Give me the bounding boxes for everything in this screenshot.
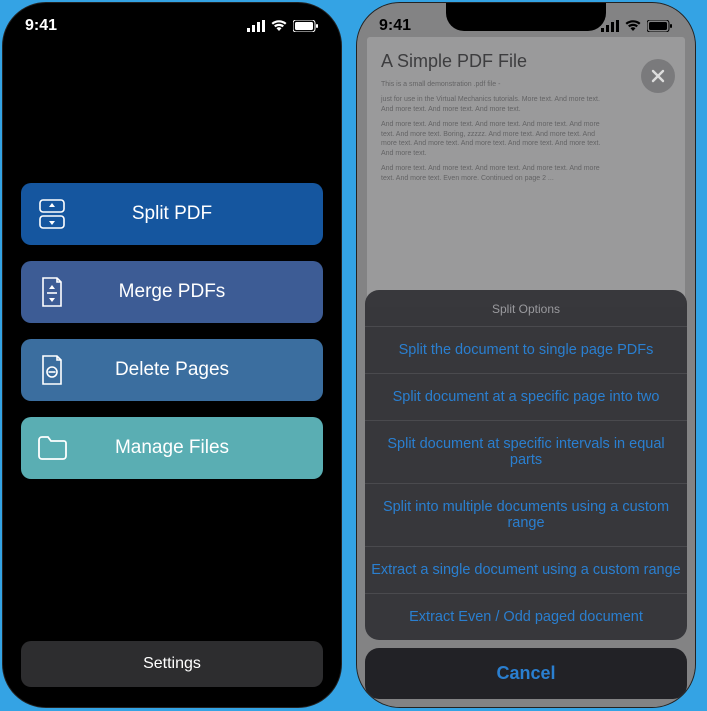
menu-label: Manage Files bbox=[69, 437, 309, 459]
status-time: 9:41 bbox=[25, 17, 57, 35]
main-menu: Split PDF Merge PDFs Delete Pages Manage… bbox=[21, 183, 323, 495]
option-custom-range-multiple[interactable]: Split into multiple documents using a cu… bbox=[365, 484, 687, 547]
battery-icon bbox=[293, 20, 319, 32]
wifi-icon bbox=[271, 20, 287, 32]
option-intervals[interactable]: Split document at specific intervals in … bbox=[365, 421, 687, 484]
merge-icon bbox=[35, 277, 69, 307]
notch bbox=[446, 3, 606, 31]
sheet-title: Split Options bbox=[365, 290, 687, 327]
settings-button[interactable]: Settings bbox=[21, 641, 323, 687]
delete-pages-button[interactable]: Delete Pages bbox=[21, 339, 323, 401]
split-icon bbox=[35, 199, 69, 229]
phone-home: 9:41 Split PDF Merge PDFs bbox=[2, 2, 342, 708]
wifi-icon bbox=[625, 20, 641, 32]
status-indicators bbox=[247, 20, 319, 32]
phone-split-options: 9:41 A Simple PDF File This is a small d… bbox=[356, 2, 696, 708]
action-sheet: Split Options Split the document to sing… bbox=[365, 290, 687, 699]
option-even-odd[interactable]: Extract Even / Odd paged document bbox=[365, 594, 687, 640]
menu-label: Merge PDFs bbox=[69, 281, 309, 303]
split-pdf-button[interactable]: Split PDF bbox=[21, 183, 323, 245]
option-custom-range-single[interactable]: Extract a single document using a custom… bbox=[365, 547, 687, 594]
close-icon bbox=[651, 69, 665, 83]
merge-pdfs-button[interactable]: Merge PDFs bbox=[21, 261, 323, 323]
delete-icon bbox=[35, 355, 69, 385]
status-time: 9:41 bbox=[379, 17, 411, 35]
options-block: Split Options Split the document to sing… bbox=[365, 290, 687, 640]
cancel-button[interactable]: Cancel bbox=[365, 648, 687, 699]
option-specific-page[interactable]: Split document at a specific page into t… bbox=[365, 374, 687, 421]
option-single-page[interactable]: Split the document to single page PDFs bbox=[365, 327, 687, 374]
status-indicators bbox=[601, 20, 673, 32]
notch bbox=[92, 3, 252, 31]
folder-icon bbox=[35, 436, 69, 460]
settings-label: Settings bbox=[143, 655, 201, 673]
menu-label: Split PDF bbox=[69, 203, 309, 225]
close-button[interactable] bbox=[641, 59, 675, 93]
menu-label: Delete Pages bbox=[69, 359, 309, 381]
manage-files-button[interactable]: Manage Files bbox=[21, 417, 323, 479]
cancel-label: Cancel bbox=[496, 663, 555, 683]
battery-icon bbox=[647, 20, 673, 32]
